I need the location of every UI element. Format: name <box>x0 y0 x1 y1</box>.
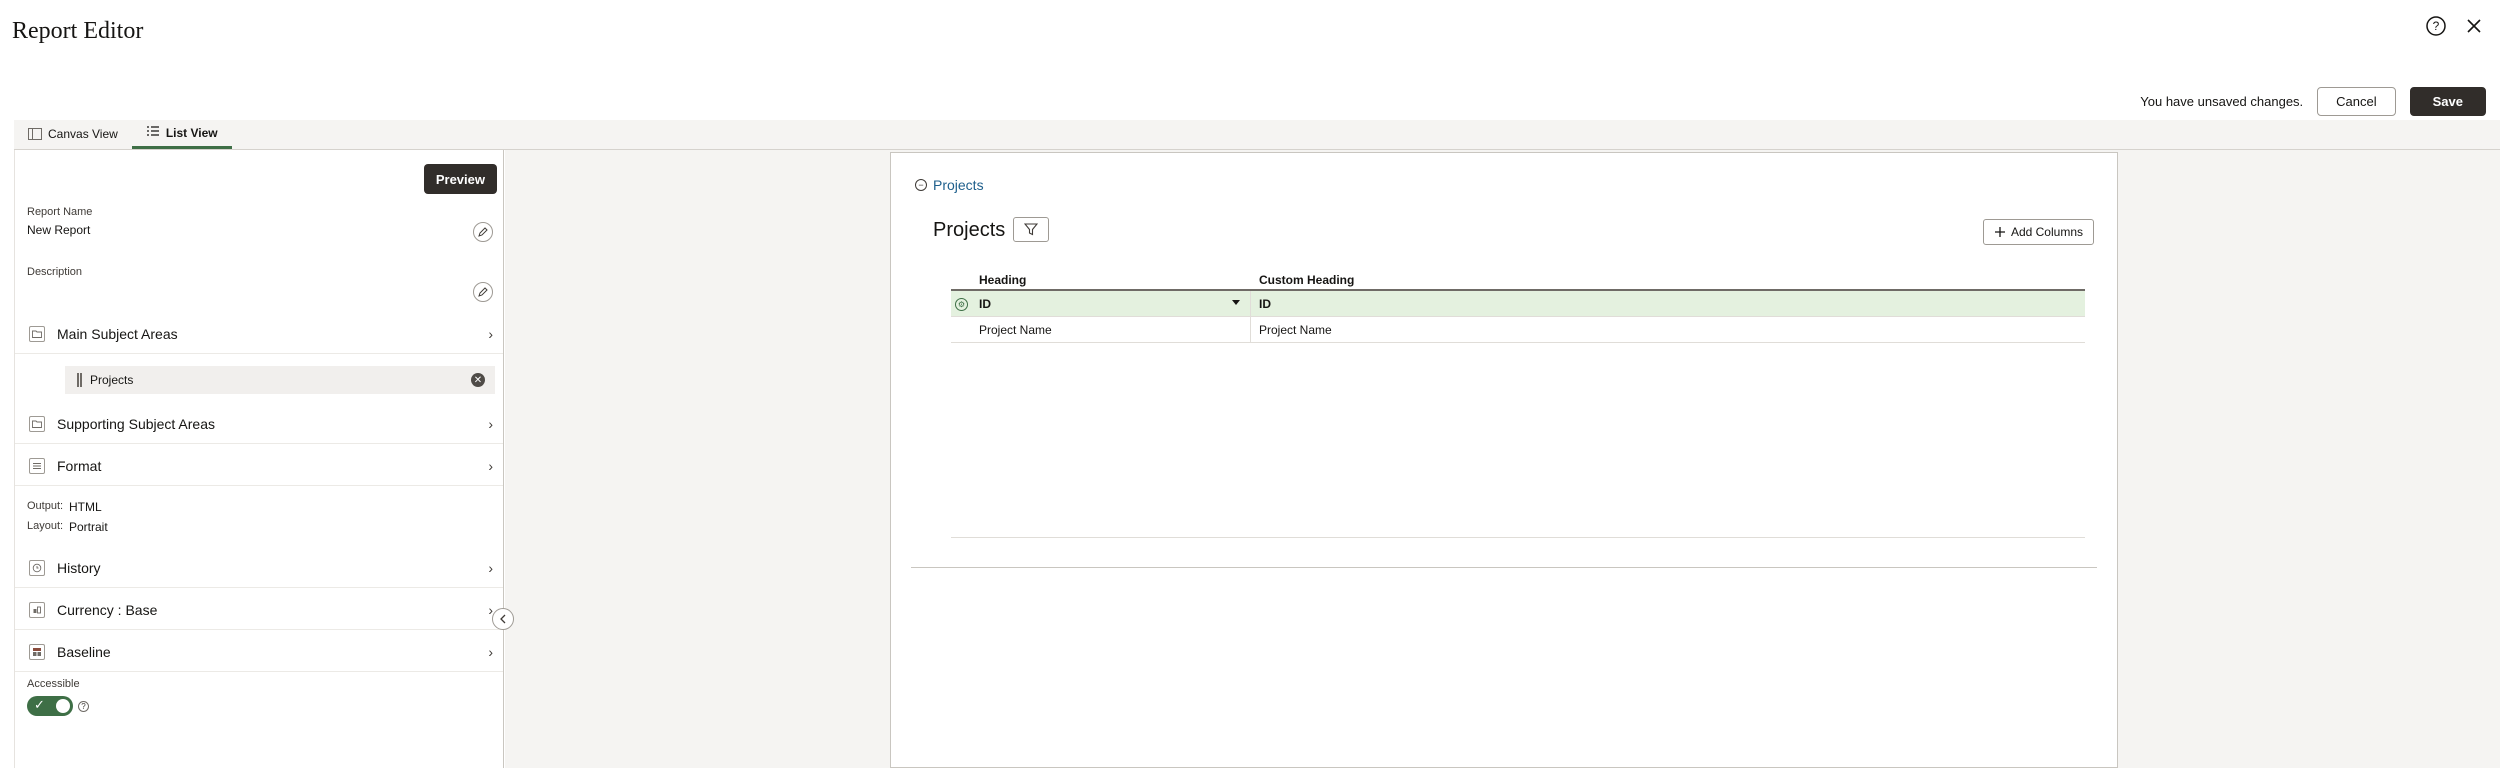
list-view-icon <box>146 125 160 140</box>
row-heading-value: ID <box>979 296 991 311</box>
section-title: Projects <box>933 219 1006 241</box>
tab-list-view-label: List View <box>165 125 218 140</box>
toggle-knob <box>56 699 70 713</box>
subject-area-chip[interactable]: Projects ✕ <box>65 366 495 394</box>
history-section[interactable]: History › <box>15 548 503 588</box>
currency-icon <box>29 601 45 618</box>
table-row[interactable]: ⚙ ID ID <box>951 291 2085 317</box>
tab-canvas-view-label: Canvas View <box>48 127 118 141</box>
tab-list-view[interactable]: List View <box>131 119 232 149</box>
chevron-left-icon <box>500 614 506 624</box>
svg-text:?: ? <box>2433 19 2440 33</box>
chevron-right-icon: › <box>488 325 493 342</box>
main-subject-areas-label: Main Subject Areas <box>57 325 178 342</box>
chevron-right-icon: › <box>488 415 493 432</box>
report-name-label: Report Name <box>27 206 93 218</box>
save-button[interactable]: Save <box>2409 87 2486 116</box>
columns-grid: Heading Custom Heading ⚙ ID ID Project N… <box>951 273 2085 343</box>
subject-area-toggle[interactable]: − Projects <box>915 177 984 193</box>
grid-bottom-border <box>951 537 2085 538</box>
chevron-right-icon: › <box>488 457 493 474</box>
main-subject-areas-section[interactable]: Main Subject Areas › <box>15 314 503 354</box>
output-label: Output: <box>27 500 64 512</box>
pencil-icon <box>478 287 488 297</box>
chevron-right-icon: › <box>488 559 493 576</box>
filter-button[interactable] <box>1013 217 1049 242</box>
filter-icon <box>1024 223 1038 236</box>
report-settings-panel: Preview Report Name New Report Descripti… <box>14 150 504 768</box>
grid-header: Heading Custom Heading <box>951 273 2085 291</box>
gear-icon[interactable]: ⚙ <box>955 298 968 311</box>
format-label: Format <box>57 457 102 474</box>
folder-icon <box>29 325 45 342</box>
layout-value: Portrait <box>69 520 108 534</box>
report-name-value: New Report <box>27 223 91 237</box>
add-columns-label: Add Columns <box>2010 225 2083 239</box>
row-custom-heading-value[interactable]: Project Name <box>1251 323 1332 337</box>
close-icon[interactable] <box>2462 14 2486 38</box>
question-icon[interactable]: ? <box>78 701 89 712</box>
edit-description-button[interactable] <box>473 282 493 302</box>
drag-handle-icon[interactable] <box>77 373 82 387</box>
remove-circle-icon[interactable]: ✕ <box>471 373 485 387</box>
baseline-section[interactable]: Baseline › <box>15 632 503 672</box>
dropdown-caret-icon[interactable] <box>1232 300 1240 305</box>
baseline-grid-icon <box>29 643 45 660</box>
output-value: HTML <box>69 500 102 514</box>
unsaved-changes-text: You have unsaved changes. <box>2140 94 2304 109</box>
baseline-label: Baseline <box>57 643 111 660</box>
subject-area-chip-label: Projects <box>90 373 134 387</box>
edit-report-name-button[interactable] <box>473 222 493 242</box>
view-tabs: Canvas View List View <box>14 120 2500 150</box>
supporting-subject-areas-section[interactable]: Supporting Subject Areas › <box>15 404 503 444</box>
history-icon <box>29 559 45 576</box>
format-list-icon <box>29 457 45 474</box>
row-heading-value: Project Name <box>979 322 1052 337</box>
supporting-subject-areas-label: Supporting Subject Areas <box>57 415 215 432</box>
collapse-panel-button[interactable] <box>492 608 514 630</box>
cancel-button[interactable]: Cancel <box>2317 87 2396 116</box>
help-icon[interactable]: ? <box>2424 14 2448 38</box>
page-title: Report Editor <box>12 18 144 44</box>
tab-canvas-view[interactable]: Canvas View <box>14 119 132 149</box>
section-divider <box>911 567 2097 568</box>
add-columns-button[interactable]: Add Columns <box>1982 219 2094 245</box>
action-bar: You have unsaved changes. Cancel Save <box>2140 87 2486 116</box>
row-heading-cell: ⚙ ID <box>951 291 1251 316</box>
column-header-heading: Heading <box>979 273 1027 287</box>
row-heading-cell: Project Name <box>951 317 1251 342</box>
check-icon: ✓ <box>34 697 45 712</box>
header-icons: ? <box>2424 14 2486 38</box>
report-layout-card: − Projects Projects Add Columns Heading … <box>890 152 2118 768</box>
layout-label: Layout: <box>27 520 64 532</box>
format-section[interactable]: Format › <box>15 446 503 486</box>
folder-icon <box>29 415 45 432</box>
chevron-right-icon: › <box>488 643 493 660</box>
collapse-circle-icon: − <box>915 179 927 191</box>
canvas-view-icon <box>28 128 42 140</box>
pencil-icon <box>478 227 488 237</box>
accessible-toggle[interactable]: ✓ <box>27 696 73 716</box>
currency-label: Currency : Base <box>57 601 158 618</box>
table-row[interactable]: Project Name Project Name <box>951 317 2085 343</box>
plus-icon <box>1994 227 2005 237</box>
column-header-custom-heading: Custom Heading <box>1259 273 1355 287</box>
subject-area-link-label: Projects <box>933 177 984 193</box>
description-label: Description <box>27 266 83 278</box>
row-custom-heading-value[interactable]: ID <box>1251 297 1271 311</box>
history-label: History <box>57 559 101 576</box>
currency-section[interactable]: Currency : Base › <box>15 590 503 630</box>
accessible-label: Accessible <box>27 678 80 690</box>
preview-button[interactable]: Preview <box>423 164 497 194</box>
